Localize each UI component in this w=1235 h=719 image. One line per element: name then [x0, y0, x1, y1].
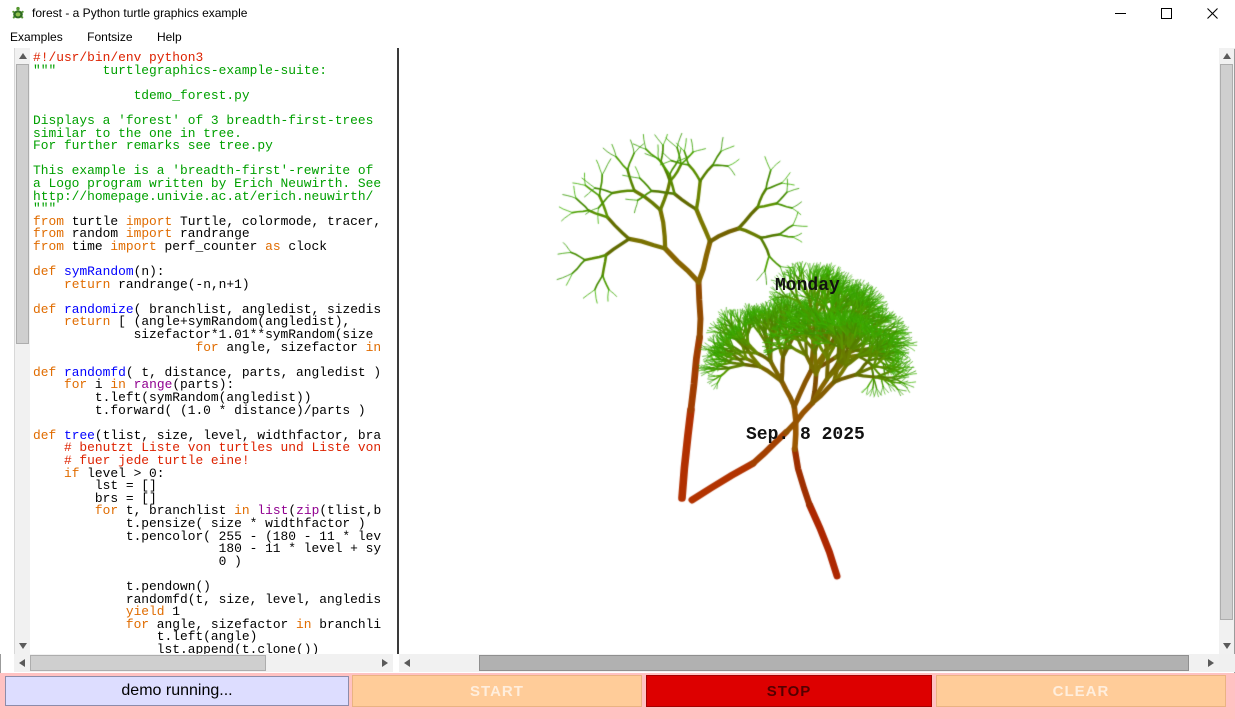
- menu-item-fontsize[interactable]: Fontsize: [77, 26, 142, 48]
- code-line: http://homepage.univie.ac.at/erich.neuwi…: [33, 191, 393, 204]
- scroll-down-arrow-icon[interactable]: [1219, 638, 1234, 654]
- close-icon: [1207, 8, 1218, 19]
- code-vertical-scrollbar[interactable]: [14, 48, 30, 654]
- code-horizontal-scrollbar[interactable]: [14, 654, 393, 672]
- code-line: 0 ): [33, 556, 393, 569]
- canvas-label-weekday: Monday: [775, 276, 840, 296]
- turtle-canvas: [399, 48, 1219, 654]
- code-line: lst.append(t.clone()): [33, 644, 393, 654]
- code-vscroll-thumb[interactable]: [16, 64, 29, 344]
- minimize-button[interactable]: [1097, 0, 1143, 26]
- code-line: For further remarks see tree.py: [33, 140, 393, 153]
- menu-item-help[interactable]: Help: [147, 26, 192, 48]
- scroll-up-arrow-icon[interactable]: [15, 48, 30, 64]
- code-hbar-thumb[interactable]: [30, 655, 266, 671]
- code-line: for angle, sizefactor in: [33, 342, 393, 355]
- stop-button[interactable]: STOP: [646, 675, 932, 707]
- clear-button[interactable]: CLEAR: [936, 675, 1226, 707]
- scroll-right-arrow-icon[interactable]: [377, 654, 393, 672]
- scroll-right-arrow-icon[interactable]: [1203, 654, 1219, 672]
- code-line: from time import perf_counter as clock: [33, 241, 393, 254]
- window-title: forest - a Python turtle graphics exampl…: [32, 0, 247, 26]
- canvas-horizontal-scrollbar[interactable]: [399, 654, 1219, 672]
- scrollbar-corner: [1219, 654, 1235, 672]
- left-margin: [0, 48, 14, 654]
- maximize-icon: [1161, 8, 1172, 19]
- canvas-hbar-thumb[interactable]: [479, 655, 1189, 671]
- close-button[interactable]: [1189, 0, 1235, 26]
- status-bar: demo running... START STOP CLEAR: [0, 673, 1235, 719]
- turtle-icon: [10, 5, 26, 21]
- scroll-down-arrow-icon[interactable]: [15, 638, 30, 654]
- scroll-left-arrow-icon[interactable]: [14, 654, 30, 672]
- start-button[interactable]: START: [352, 675, 642, 707]
- canvas-pane: Monday Sep. 8 2025: [399, 48, 1219, 654]
- code-line: t.forward( (1.0 * distance)/parts ): [33, 405, 393, 418]
- canvas-label-date: Sep. 8 2025: [746, 425, 865, 445]
- code-text[interactable]: #!/usr/bin/env python3""" turtlegraphics…: [30, 48, 393, 654]
- canvas-vertical-scrollbar[interactable]: [1219, 48, 1234, 654]
- scroll-left-arrow-icon[interactable]: [399, 654, 415, 672]
- status-label: demo running...: [5, 676, 349, 706]
- app-window: forest - a Python turtle graphics exampl…: [0, 0, 1235, 719]
- menubar: Examples Fontsize Help: [0, 26, 1235, 49]
- scroll-up-arrow-icon[interactable]: [1219, 48, 1234, 64]
- menu-item-examples[interactable]: Examples: [0, 26, 73, 48]
- code-line: tdemo_forest.py: [33, 90, 393, 103]
- code-line: """ turtlegraphics-example-suite:: [33, 65, 393, 78]
- titlebar: forest - a Python turtle graphics exampl…: [0, 0, 1235, 26]
- maximize-button[interactable]: [1143, 0, 1189, 26]
- code-line: return randrange(-n,n+1): [33, 279, 393, 292]
- minimize-icon: [1115, 13, 1126, 14]
- canvas-vscroll-thumb[interactable]: [1220, 64, 1233, 620]
